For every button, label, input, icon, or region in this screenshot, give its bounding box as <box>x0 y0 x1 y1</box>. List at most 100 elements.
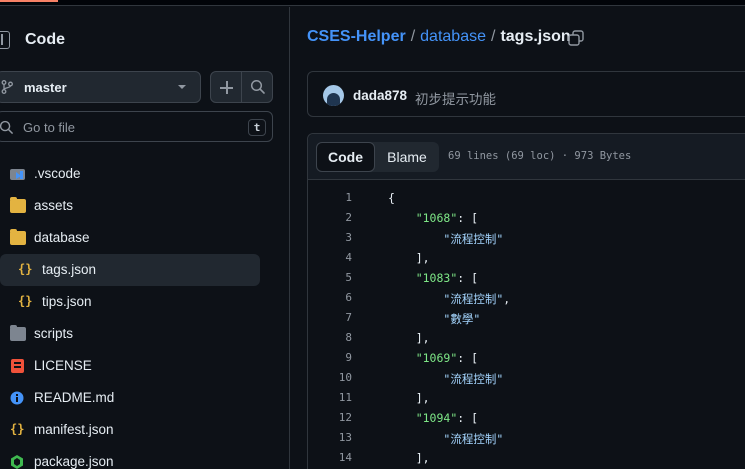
branch-selector-button[interactable]: master <box>0 71 201 103</box>
commit-message[interactable]: 初步提示功能 <box>415 88 496 108</box>
code-line: 1{ <box>308 188 745 208</box>
view-mode-toggle: Code Blame <box>316 142 439 172</box>
search-icon <box>0 120 13 134</box>
git-branch-icon <box>1 80 13 94</box>
tree-item-license[interactable]: LICENSE <box>0 350 260 382</box>
code-line: 2 "1068": [ <box>308 208 745 228</box>
sidepanel-toggle-icon[interactable] <box>0 31 10 49</box>
tree-item-label: LICENSE <box>34 358 92 373</box>
line-number[interactable]: 6 <box>312 291 352 304</box>
line-number[interactable]: 5 <box>312 271 352 284</box>
json-icon: {} <box>18 294 33 308</box>
line-number[interactable]: 1 <box>312 191 352 204</box>
tree-item-assets[interactable]: assets <box>0 190 260 222</box>
tree-item-manifest-json[interactable]: {} manifest.json <box>0 414 260 446</box>
line-content: "流程控制" <box>443 232 504 246</box>
code-line: 4 ], <box>308 248 745 268</box>
tree-item-label: scripts <box>34 326 74 341</box>
tree-item-label: tips.json <box>42 294 92 309</box>
code-line: 7 "數學" <box>308 308 745 328</box>
file-header: Code Blame 69 lines (69 loc) · 973 Bytes <box>308 134 745 180</box>
line-number[interactable]: 7 <box>312 311 352 324</box>
line-number[interactable]: 4 <box>312 251 352 264</box>
node-icon <box>10 455 26 469</box>
code-line: 10 "流程控制" <box>308 368 745 388</box>
code-line: 13 "流程控制" <box>308 428 745 448</box>
tree-item-label: database <box>34 230 90 245</box>
copy-path-icon[interactable] <box>568 30 584 46</box>
keyboard-shortcut-badge: t <box>248 119 266 136</box>
breadcrumb-repo-link[interactable]: CSES-Helper <box>307 28 406 45</box>
code-line: 11 ], <box>308 388 745 408</box>
code-line: 6 "流程控制", <box>308 288 745 308</box>
tree-item-label: package.json <box>34 454 114 469</box>
active-tab-underline <box>0 0 58 2</box>
code-line: 8 ], <box>308 328 745 348</box>
line-content: ], <box>415 391 430 405</box>
code-line: 5 "1083": [ <box>308 268 745 288</box>
code-line: 14 ], <box>308 448 745 468</box>
line-content: ], <box>415 251 430 265</box>
add-file-button[interactable] <box>210 71 242 103</box>
sidebar-title: Code <box>25 31 65 48</box>
tree-item-readme[interactable]: README.md <box>0 382 260 414</box>
breadcrumb-folder-link[interactable]: database <box>420 28 486 45</box>
line-content: "流程控制", <box>443 292 511 306</box>
folder-icon <box>10 197 26 213</box>
search-button[interactable] <box>241 71 273 103</box>
line-number[interactable]: 10 <box>312 371 352 384</box>
go-to-file-placeholder: Go to file <box>23 120 76 135</box>
line-content: "數學" <box>443 312 481 326</box>
line-number[interactable]: 13 <box>312 431 352 444</box>
line-number[interactable]: 3 <box>312 231 352 244</box>
breadcrumb-separator: / <box>491 28 496 45</box>
file-meta: 69 lines (69 loc) · 973 Bytes <box>448 150 632 162</box>
code-line: 12 "1094": [ <box>308 408 745 428</box>
tree-item-label: README.md <box>34 390 115 405</box>
json-icon: {} <box>18 262 33 276</box>
avatar[interactable] <box>323 85 344 106</box>
breadcrumb: CSES-Helper / database / tags.json <box>307 28 571 46</box>
blame-tab[interactable]: Blame <box>375 142 439 172</box>
chevron-down-icon <box>178 85 186 89</box>
code-line: 9 "1069": [ <box>308 348 745 368</box>
info-icon <box>10 391 26 405</box>
go-to-file-input[interactable]: Go to file t <box>0 111 273 142</box>
line-number[interactable]: 2 <box>312 211 352 224</box>
tree-item-tags-json[interactable]: {} tags.json <box>0 254 260 286</box>
line-number[interactable]: 8 <box>312 331 352 344</box>
line-content: { <box>388 191 395 205</box>
tree-item-label: tags.json <box>42 262 97 277</box>
tree-item-database[interactable]: database <box>0 222 260 254</box>
tree-item-package-json[interactable]: package.json <box>0 446 260 469</box>
line-number[interactable]: 9 <box>312 351 352 364</box>
line-content: "1083": [ <box>415 271 479 285</box>
line-content: "1094": [ <box>415 411 479 425</box>
line-number[interactable]: 12 <box>312 411 352 424</box>
branch-name: master <box>24 80 67 95</box>
tree-item-scripts[interactable]: scripts <box>0 318 260 350</box>
code-line: 3 "流程控制" <box>308 228 745 248</box>
tree-item-tips-json[interactable]: {} tips.json <box>0 286 260 318</box>
vscode-folder-icon <box>10 167 26 181</box>
tree-item-label: manifest.json <box>34 422 114 437</box>
tree-item-vscode[interactable]: .vscode <box>0 158 260 190</box>
top-border <box>0 0 745 6</box>
file-tree-sidebar: Code master Go to file t .vscode assets … <box>0 7 290 469</box>
code-tab[interactable]: Code <box>316 142 375 172</box>
folder-open-icon <box>10 229 26 245</box>
line-content: ], <box>415 331 430 345</box>
json-icon: {} <box>10 422 25 436</box>
line-number[interactable]: 14 <box>312 451 352 464</box>
line-content: "1069": [ <box>415 351 479 365</box>
commit-author[interactable]: dada878 <box>353 88 407 103</box>
line-number[interactable]: 11 <box>312 391 352 404</box>
breadcrumb-separator: / <box>410 28 416 45</box>
line-content: "流程控制" <box>443 432 504 446</box>
line-content: "1068": [ <box>415 211 479 225</box>
line-content: "流程控制" <box>443 372 504 386</box>
file-viewer: Code Blame 69 lines (69 loc) · 973 Bytes… <box>307 133 745 469</box>
breadcrumb-current-file: tags.json <box>500 28 571 45</box>
latest-commit-box: dada878 初步提示功能 <box>307 71 745 117</box>
tree-item-label: .vscode <box>34 166 81 181</box>
